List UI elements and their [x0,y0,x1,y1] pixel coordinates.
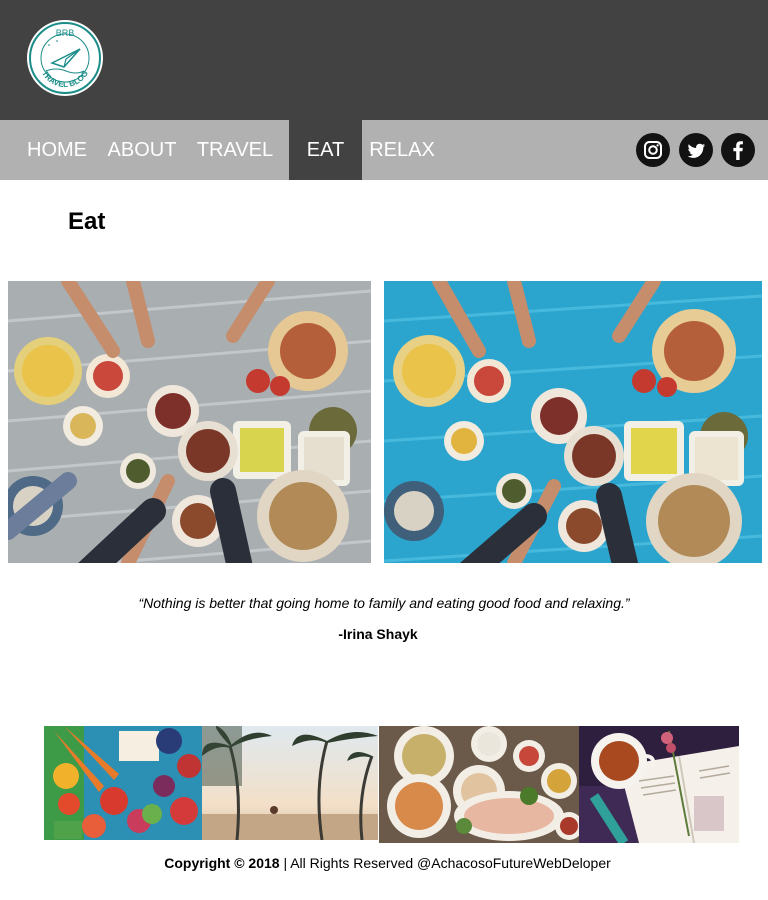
quote-text: “Nothing is better that going home to fa… [138,595,630,611]
food-table-photo-blue [384,281,762,563]
quote-author: -Irina Shayk [338,626,418,642]
nav-item-home[interactable]: HOME [20,120,94,180]
nav-item-about[interactable]: ABOUT [104,120,180,180]
page-title: Eat [68,208,106,235]
tea-book-photo [579,726,739,843]
vegetables-photo [44,726,202,840]
footer-text: Copyright © 2018 | All Rights Reserved @… [0,855,768,871]
instagram-icon[interactable] [636,133,670,167]
facebook-icon[interactable] [721,133,755,167]
logo-top-text: BRB [56,28,75,38]
nav-item-eat[interactable]: EAT [289,120,362,180]
copyright-text: Copyright © 2018 [164,855,280,871]
site-logo[interactable]: BRB TRAVEL BLOG [26,19,104,97]
nav-item-travel[interactable]: TRAVEL [192,120,278,180]
site-header: BRB TRAVEL BLOG [0,0,768,120]
soup-dishes-photo [379,726,579,843]
food-table-photo-grey [8,281,371,563]
rights-text: | All Rights Reserved @AchacosoFutureWeb… [279,855,611,871]
palm-beach-photo [202,726,378,840]
nav-item-relax[interactable]: RELAX [362,120,442,180]
twitter-icon[interactable] [679,133,713,167]
